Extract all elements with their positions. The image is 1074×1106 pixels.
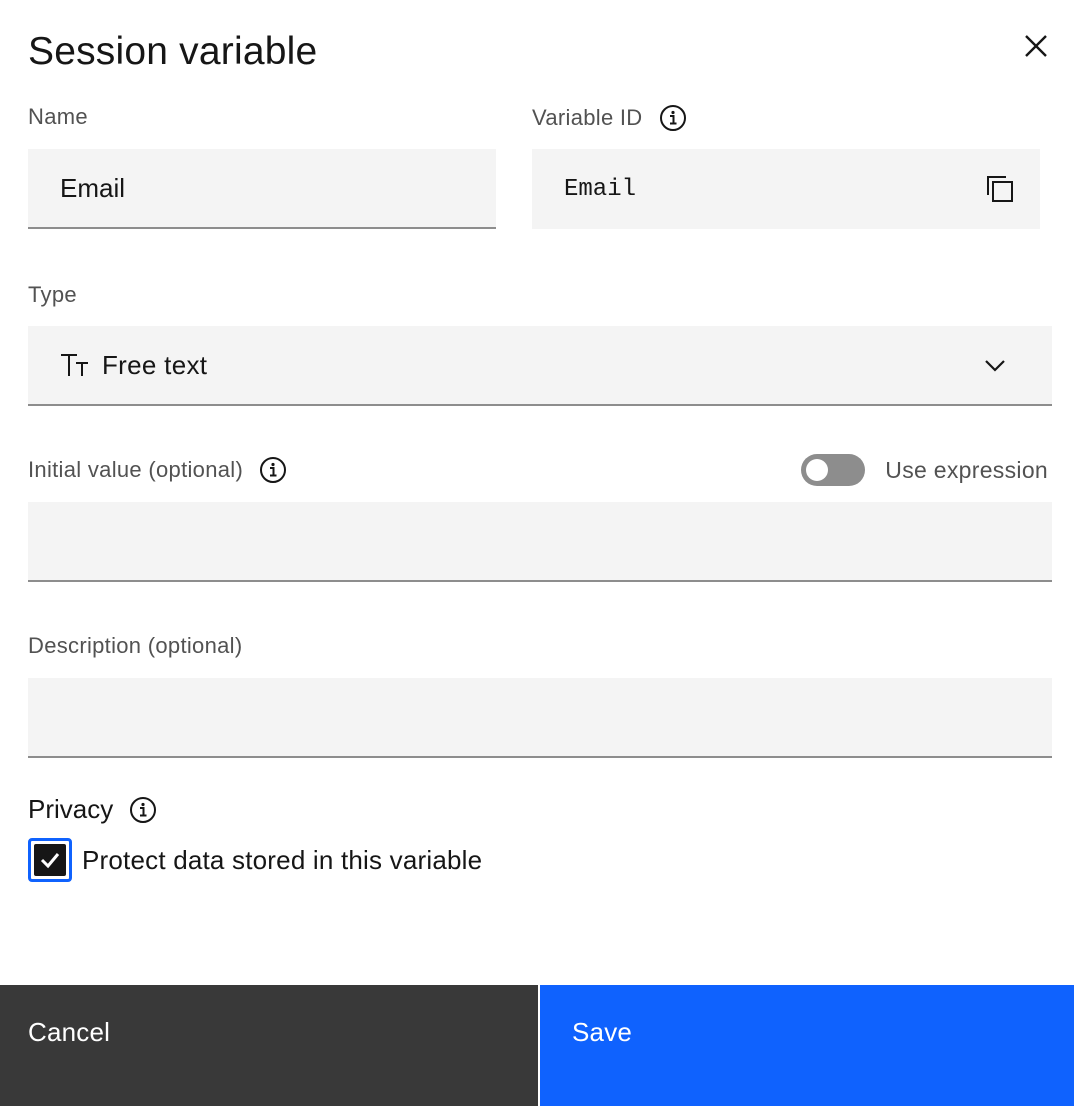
- privacy-label: Privacy: [28, 794, 157, 825]
- name-field[interactable]: [28, 149, 496, 229]
- modal-title: Session variable: [28, 30, 318, 73]
- use-expression-toggle-group: Use expression: [801, 454, 1048, 486]
- use-expression-toggle[interactable]: [801, 454, 866, 486]
- initial-value-input[interactable]: [28, 502, 1052, 580]
- checkmark-icon: [40, 853, 60, 869]
- type-dropdown[interactable]: Free text: [28, 326, 1052, 406]
- initial-value-label: Initial value (optional): [28, 456, 287, 484]
- cancel-button[interactable]: Cancel: [0, 985, 538, 1106]
- chevron-down-icon: [985, 360, 1005, 372]
- copy-icon: [987, 176, 1013, 202]
- description-input[interactable]: [28, 678, 1052, 756]
- close-icon: [1025, 35, 1047, 57]
- name-label: Name: [28, 104, 88, 129]
- session-variable-modal: Session variable Name Variable ID Email: [0, 0, 1074, 1106]
- variable-id-value: Email: [564, 175, 637, 203]
- type-label: Type: [28, 282, 77, 307]
- initial-value-field[interactable]: [28, 502, 1052, 582]
- description-field[interactable]: [28, 678, 1052, 758]
- description-label: Description (optional): [28, 633, 243, 658]
- info-icon[interactable]: [259, 456, 287, 484]
- name-input[interactable]: [28, 149, 496, 227]
- use-expression-label: Use expression: [885, 456, 1048, 483]
- text-type-icon: [60, 352, 92, 378]
- type-selected-value: Free text: [102, 349, 208, 380]
- variable-id-label: Variable ID: [532, 104, 687, 132]
- protect-data-checkbox-row[interactable]: Protect data stored in this variable: [28, 838, 482, 882]
- close-button[interactable]: [1014, 24, 1058, 68]
- save-button[interactable]: Save: [538, 985, 1074, 1106]
- variable-id-field: Email: [532, 149, 1040, 229]
- info-icon[interactable]: [659, 104, 687, 132]
- protect-data-label: Protect data stored in this variable: [82, 844, 483, 875]
- toggle-knob: [806, 459, 829, 481]
- info-icon[interactable]: [129, 796, 157, 824]
- copy-button[interactable]: [982, 171, 1018, 207]
- modal-footer: Cancel Save: [0, 985, 1074, 1106]
- protect-data-checkbox[interactable]: [28, 838, 72, 882]
